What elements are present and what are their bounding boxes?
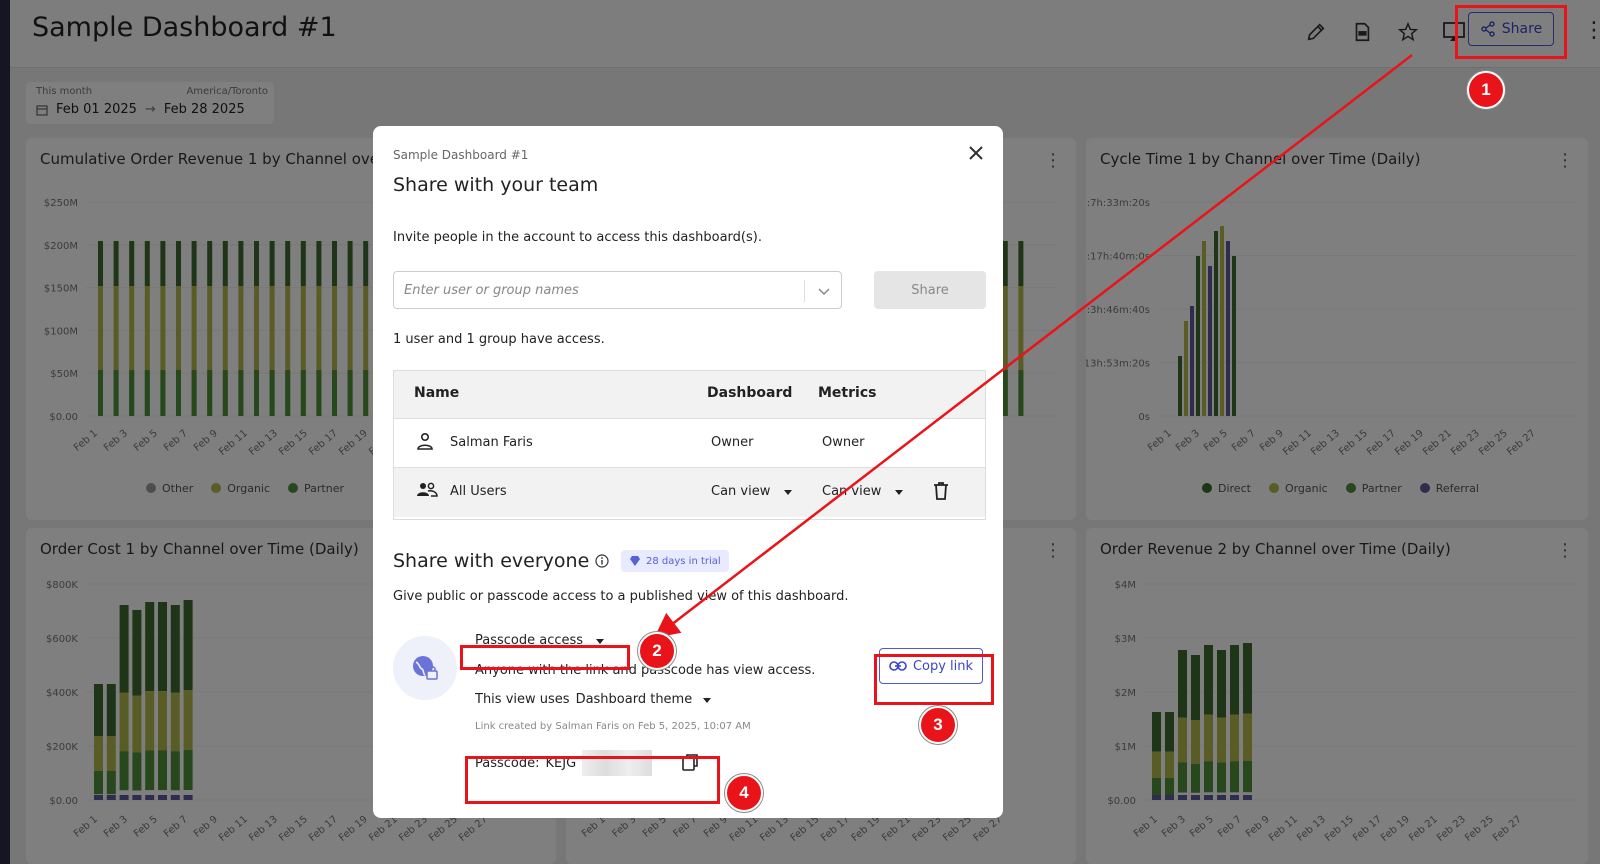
annotation-badge-2: 2 (638, 632, 676, 670)
annotation-arrows (654, 54, 1413, 639)
annotation-badge-4: 4 (725, 774, 763, 812)
annotation-badge-1: 1 (1467, 71, 1505, 109)
annotation-badge-3: 3 (919, 706, 957, 744)
